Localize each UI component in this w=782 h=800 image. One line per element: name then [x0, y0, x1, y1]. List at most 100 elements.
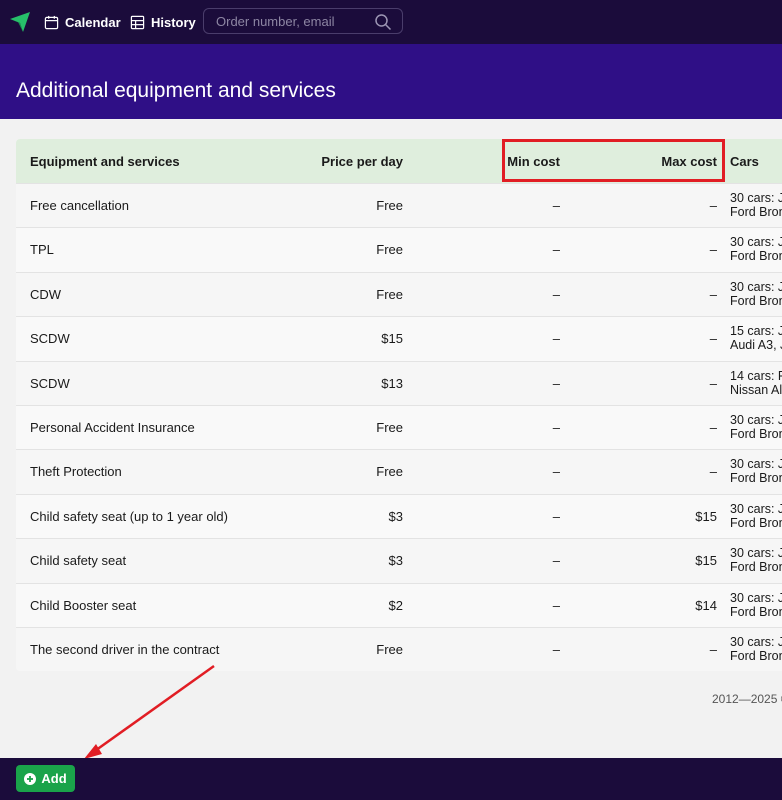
- cell-min-cost: –: [552, 508, 560, 524]
- cell-equipment-name: Child Booster seat: [30, 597, 137, 613]
- copyright-text: 2012—2025 ©: [712, 692, 782, 706]
- cars-line-2: Ford Bron: [730, 427, 782, 441]
- plus-circle-icon: [24, 772, 37, 785]
- cell-cars: 30 cars: J Ford Bron: [730, 546, 782, 574]
- table-row[interactable]: Personal Accident Insurance Free – –30 cars…: [16, 405, 782, 450]
- calendar-icon: [44, 15, 59, 29]
- cell-cars: 30 cars: J Ford Bron: [730, 191, 782, 219]
- cell-max-cost: –: [709, 331, 717, 347]
- cell-min-cost: –: [552, 464, 560, 480]
- cell-min-cost: –: [552, 242, 560, 258]
- cars-line-1: 14 cars: F: [730, 368, 782, 383]
- cars-line-2: Nissan Al: [730, 382, 782, 397]
- table-row[interactable]: Child safety seat $3 – $15 30 cars: J Ford Br…: [16, 538, 782, 584]
- cell-price: $13: [381, 375, 403, 391]
- cell-max-cost: –: [709, 375, 717, 391]
- cell-cars: 15 cars: JeAudi A3, J: [730, 324, 782, 352]
- cell-max-cost: –: [709, 642, 717, 657]
- cars-line-1: 30 cars: J: [730, 235, 782, 250]
- table-row[interactable]: SCDW $13– –14 cars: F Nissan Al: [16, 360, 782, 406]
- cell-equipment-name: Personal Accident Insurance: [30, 420, 195, 435]
- cars-line-2: Ford Bron: [730, 205, 782, 219]
- cars-line-1: 30 cars: J: [730, 590, 782, 605]
- cell-min-cost: –: [552, 420, 560, 435]
- cell-price: Free: [376, 286, 403, 302]
- cell-max-cost: –: [709, 464, 717, 480]
- cars-line-2: Audi A3, J: [730, 338, 782, 353]
- cell-max-cost: $15: [695, 508, 717, 524]
- table-row[interactable]: SCDW$15––15 cars: JeAudi A3, J: [16, 316, 782, 362]
- cars-line-2: Ford Bron: [730, 293, 782, 308]
- page-header: Additional equipment and services: [0, 44, 782, 119]
- cell-max-cost: $15: [695, 553, 717, 569]
- cell-equipment-name: Child safety seat: [30, 553, 127, 569]
- cell-min-cost: –: [552, 375, 560, 391]
- equipment-table: Equipment and services Price per day Min…: [16, 139, 782, 671]
- cell-max-cost: –: [709, 242, 717, 258]
- cars-line-1: 15 cars: Je: [730, 324, 782, 339]
- cell-cars: 14 cars: F Nissan Al: [730, 369, 782, 397]
- cars-line-1: 30 cars: J: [730, 501, 782, 516]
- cell-equipment-name: Free cancellation: [30, 198, 129, 213]
- search-box: [203, 8, 403, 34]
- table-row[interactable]: CDW Free – –30 cars: J Ford Bron: [16, 271, 782, 317]
- annotation-highlight-box: [502, 139, 725, 182]
- table-row[interactable]: Theft Protection Free – –30 cars: J Ford Bro…: [16, 449, 782, 495]
- page-title: Additional equipment and services: [16, 79, 336, 102]
- cell-equipment-name: SCDW: [30, 375, 70, 391]
- search-input[interactable]: [216, 13, 376, 29]
- cars-line-1: 30 cars: J: [730, 279, 782, 294]
- cars-line-2: Ford Bron: [730, 604, 782, 619]
- cars-line-2: Ford Bron: [730, 249, 782, 264]
- cell-price: $3: [388, 508, 403, 524]
- nav-history-label: History: [151, 14, 196, 30]
- cell-cars: 30 cars: J Ford Bron: [730, 502, 782, 530]
- nav-calendar[interactable]: Calendar: [44, 0, 121, 44]
- cell-max-cost: –: [709, 420, 717, 435]
- cell-max-cost: –: [709, 286, 717, 302]
- header-cars[interactable]: Cars: [730, 154, 759, 169]
- table-row[interactable]: Free cancellation Free – –30 cars: J Ford Br…: [16, 183, 782, 228]
- search-icon[interactable]: [374, 13, 392, 31]
- cars-line-2: Ford Bron: [730, 515, 782, 530]
- cell-cars: 30 cars: J Ford Bron: [730, 413, 782, 441]
- cell-price: Free: [376, 198, 403, 213]
- top-nav: Calendar History: [0, 0, 782, 44]
- table-row[interactable]: Child safety seat (up to 1 year old) $3 – $…: [16, 493, 782, 539]
- cell-price: $3: [388, 553, 403, 569]
- cars-line-1: 30 cars: J: [730, 457, 782, 472]
- cell-price: Free: [376, 242, 403, 258]
- cell-cars: 30 cars: J Ford Bron: [730, 280, 782, 308]
- cell-cars: 30 cars: J Ford Bron: [730, 235, 782, 263]
- cell-max-cost: –: [709, 198, 717, 213]
- bottom-action-bar: Add: [0, 758, 782, 800]
- table-row[interactable]: Child Booster seat $2 – $14 30 cars: J Ford B…: [16, 582, 782, 628]
- cars-line-1: 30 cars: J: [730, 635, 782, 649]
- cell-equipment-name: Child safety seat (up to 1 year old): [30, 508, 228, 524]
- cell-min-cost: –: [552, 286, 560, 302]
- cell-min-cost: –: [552, 597, 560, 613]
- table-row[interactable]: TPL Free – –30 cars: J Ford Bron: [16, 227, 782, 273]
- add-button[interactable]: Add: [16, 765, 75, 792]
- cell-cars: 30 cars: J Ford Bron: [730, 635, 782, 663]
- header-equipment[interactable]: Equipment and services: [30, 154, 180, 169]
- cell-equipment-name: Theft Protection: [30, 464, 122, 480]
- table-row[interactable]: The second driver in the contract Free – –3…: [16, 627, 782, 671]
- logo-icon[interactable]: [8, 10, 32, 34]
- cell-price: Free: [376, 420, 403, 435]
- cell-price: $15: [381, 331, 403, 347]
- cell-min-cost: –: [552, 642, 560, 657]
- nav-history[interactable]: History: [130, 0, 196, 44]
- cell-price: Free: [376, 464, 403, 480]
- cell-min-cost: –: [552, 553, 560, 569]
- cars-line-1: 30 cars: J: [730, 413, 782, 427]
- header-price[interactable]: Price per day: [321, 154, 403, 169]
- cell-cars: 30 cars: J Ford Bron: [730, 591, 782, 619]
- cell-cars: 30 cars: J Ford Bron: [730, 457, 782, 485]
- cell-max-cost: $14: [695, 597, 717, 613]
- cell-min-cost: –: [552, 331, 560, 347]
- cell-equipment-name: CDW: [30, 286, 62, 302]
- cell-min-cost: –: [552, 198, 560, 213]
- cell-price: $2: [388, 597, 403, 613]
- cars-line-1: 30 cars: J: [730, 546, 782, 561]
